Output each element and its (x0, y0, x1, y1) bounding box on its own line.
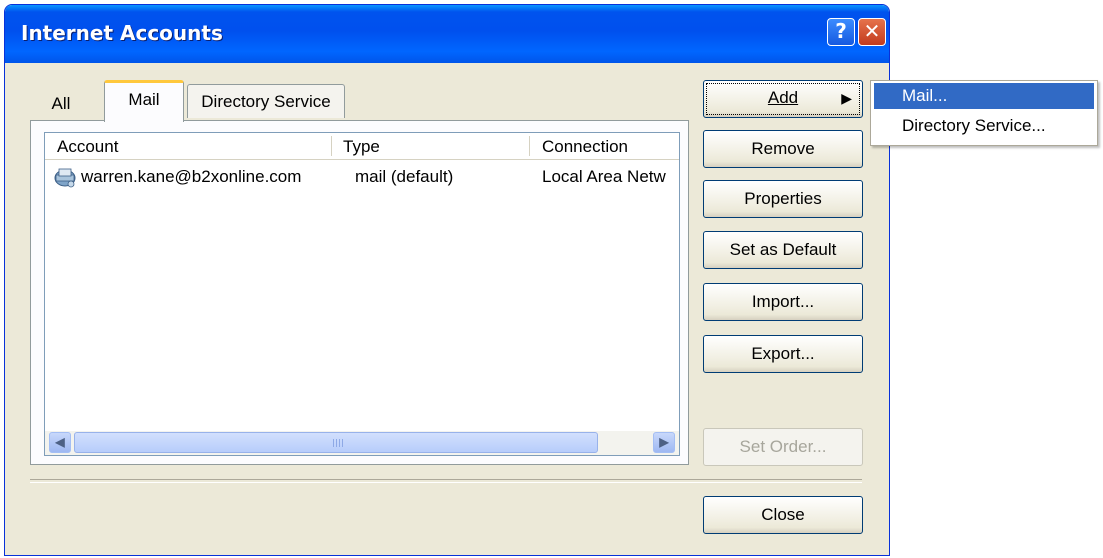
title-bar[interactable]: Internet Accounts ? ✕ (5, 5, 889, 63)
account-connection: Local Area Netw (542, 167, 666, 186)
column-divider[interactable] (529, 136, 530, 156)
divider (30, 479, 862, 483)
tab-directory-service[interactable]: Directory Service (187, 84, 345, 118)
menu-item-directory-service[interactable]: Directory Service... (874, 113, 1094, 139)
tab-mail[interactable]: Mail (104, 80, 184, 122)
properties-button[interactable]: Properties (703, 180, 863, 218)
horizontal-scrollbar[interactable]: ◀ ▶ (45, 431, 679, 455)
set-order-button: Set Order... (703, 428, 863, 466)
scroll-thumb[interactable] (74, 432, 598, 453)
close-button[interactable]: Close (703, 496, 863, 534)
list-header: Account Type Connection (45, 133, 679, 160)
submenu-arrow-icon: ▶ (841, 90, 852, 106)
close-window-button[interactable]: ✕ (858, 18, 886, 46)
remove-button[interactable]: Remove (703, 130, 863, 168)
import-button[interactable]: Import... (703, 283, 863, 321)
add-button-label: Add (767, 88, 799, 107)
add-button[interactable]: Add ▶ (703, 80, 863, 118)
column-header-account[interactable]: Account (57, 137, 118, 157)
mail-account-icon (54, 168, 76, 188)
set-as-default-button[interactable]: Set as Default (703, 231, 863, 269)
export-button[interactable]: Export... (703, 335, 863, 373)
account-type: mail (default) (355, 167, 454, 186)
tab-all[interactable]: All (34, 87, 88, 121)
scroll-left-button[interactable]: ◀ (49, 432, 71, 453)
scroll-right-button[interactable]: ▶ (653, 432, 675, 453)
menu-item-mail[interactable]: Mail... (874, 83, 1094, 109)
account-name: warren.kane@b2xonline.com (81, 167, 302, 186)
column-divider[interactable] (331, 136, 332, 156)
add-dropdown-menu: Mail... Directory Service... (870, 80, 1098, 146)
help-button[interactable]: ? (827, 18, 855, 46)
window-title: Internet Accounts (21, 21, 223, 45)
table-row[interactable]: warren.kane@b2xonline.com mail (default)… (45, 167, 679, 191)
grip-icon (333, 439, 343, 447)
accounts-list[interactable]: Account Type Connection warren.kane@b2xo… (44, 132, 680, 456)
column-header-connection[interactable]: Connection (542, 137, 628, 157)
column-header-type[interactable]: Type (343, 137, 380, 157)
